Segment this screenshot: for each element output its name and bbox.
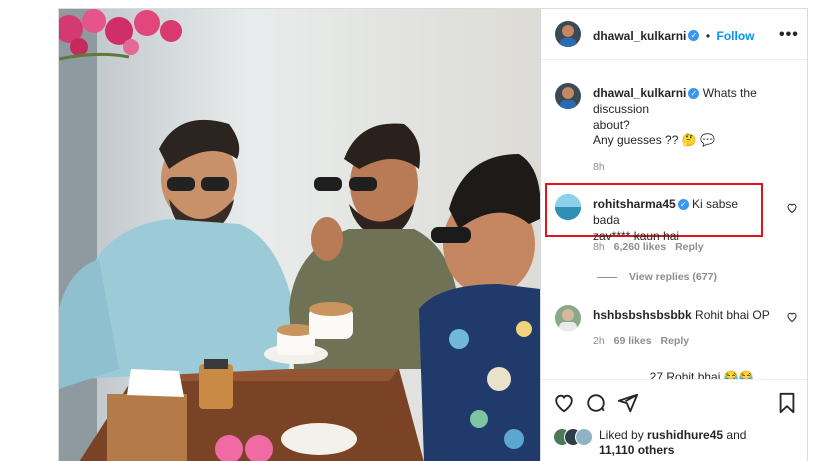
comment-username[interactable]: hshbsbshsbsbbk [593, 308, 692, 322]
comment-like-heart-icon[interactable] [786, 311, 798, 323]
comment-icon[interactable] [585, 392, 607, 414]
verified-badge-icon: ✓ [688, 30, 700, 42]
paper-plane-icon[interactable] [617, 392, 639, 414]
caption-time: 8h [593, 161, 605, 173]
caption-text-line3: Any guesses ?? 🤔 💬 [593, 133, 715, 147]
post-header: dhawal_kulkarni ✓ • Follow ••• [541, 9, 807, 60]
liked-by-suffix: and [726, 428, 747, 442]
post-photo-illustration [59, 9, 540, 461]
caption-text-line2: about? [593, 118, 630, 132]
author-username[interactable]: dhawal_kulkarni [593, 29, 686, 43]
comment-username[interactable]: rohitsharma45 [593, 197, 676, 211]
liked-by-others[interactable]: 11,110 others [599, 443, 674, 457]
liker-avatar [575, 428, 593, 446]
comment-like-heart-icon[interactable] [786, 202, 798, 214]
heart-icon[interactable] [553, 392, 575, 414]
more-options-icon[interactable]: ••• [779, 26, 799, 44]
comment-partial: ................ 27 Rohit bhai 😂😂 [593, 369, 803, 379]
reply-button[interactable]: Reply [660, 335, 689, 347]
comment-text: Rohit bhai OP [695, 308, 770, 322]
caption-avatar[interactable] [555, 83, 581, 109]
post-actions: Liked by rushidhure45 and 11,110 others [541, 379, 807, 461]
comment-avatar[interactable] [555, 305, 581, 331]
comment-time: 2h [593, 335, 605, 347]
liked-by-username[interactable]: rushidhure45 [647, 428, 723, 442]
comment-time: 8h [593, 241, 605, 253]
comment-avatar[interactable] [555, 194, 581, 220]
reply-button[interactable]: Reply [675, 241, 704, 253]
author-avatar[interactable] [555, 21, 581, 47]
bookmark-icon[interactable] [777, 392, 797, 414]
follow-button[interactable]: Follow [716, 29, 754, 43]
comment-likes[interactable]: 69 likes [614, 335, 652, 347]
liked-by-prefix: Liked by [599, 428, 644, 442]
comments-panel: dhawal_kulkarni ✓ • Follow ••• dhawal_kul… [540, 9, 807, 461]
verified-badge-icon: ✓ [688, 88, 700, 100]
liked-by-avatars [553, 428, 593, 446]
post-photo[interactable] [59, 9, 540, 461]
instagram-post: dhawal_kulkarni ✓ • Follow ••• dhawal_kul… [58, 8, 808, 461]
header-separator: • [705, 29, 711, 43]
verified-badge-icon: ✓ [677, 199, 689, 211]
caption-username[interactable]: dhawal_kulkarni [593, 86, 686, 100]
comment-likes[interactable]: 6,260 likes [614, 241, 667, 253]
comment-partial-text: ................ 27 Rohit bhai 😂😂 [593, 370, 754, 379]
view-replies-button[interactable]: View replies (677) [629, 271, 717, 283]
replies-divider [597, 277, 617, 278]
